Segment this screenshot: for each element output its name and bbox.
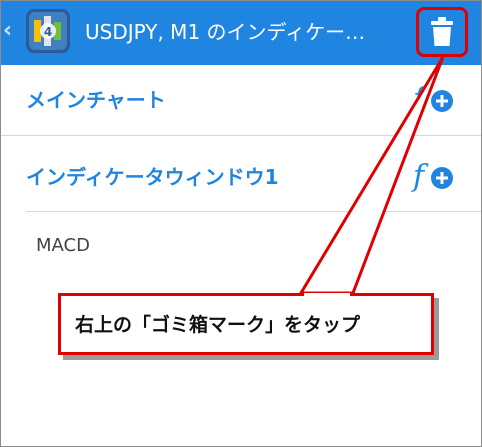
indicator-item-macd[interactable]: MACD xyxy=(36,233,90,259)
callout-text: 右上の「ゴミ箱マーク」をタップ xyxy=(75,314,361,336)
trash-icon xyxy=(431,17,453,46)
app-bar: ‹ 4 USDJPY, M1 のインディケー… xyxy=(1,1,481,65)
indicator-window-row[interactable]: インディケータウィンドウ1 f xyxy=(1,142,481,212)
svg-text:f: f xyxy=(411,159,429,194)
main-chart-label: メインチャート xyxy=(26,88,166,112)
app-bar-title: USDJPY, M1 のインディケー… xyxy=(85,20,366,44)
delete-button[interactable] xyxy=(416,7,468,57)
indicator-window-label: インディケータウィンドウ1 xyxy=(26,165,279,189)
screen-frame: ‹ 4 USDJPY, M1 のインディケー… メインチャート f インディケー… xyxy=(0,0,482,447)
function-plus-icon[interactable]: f xyxy=(411,158,457,194)
main-chart-row[interactable]: メインチャート f xyxy=(1,65,481,136)
back-chevron-icon[interactable]: ‹ xyxy=(3,19,17,43)
instruction-callout: 右上の「ゴミ箱マーク」をタップ xyxy=(58,293,434,355)
svg-text:f: f xyxy=(411,82,429,117)
metatrader-logo-icon[interactable]: 4 xyxy=(25,8,71,54)
section-divider xyxy=(26,211,481,212)
function-plus-icon[interactable]: f xyxy=(411,81,457,117)
svg-text:4: 4 xyxy=(44,25,52,39)
